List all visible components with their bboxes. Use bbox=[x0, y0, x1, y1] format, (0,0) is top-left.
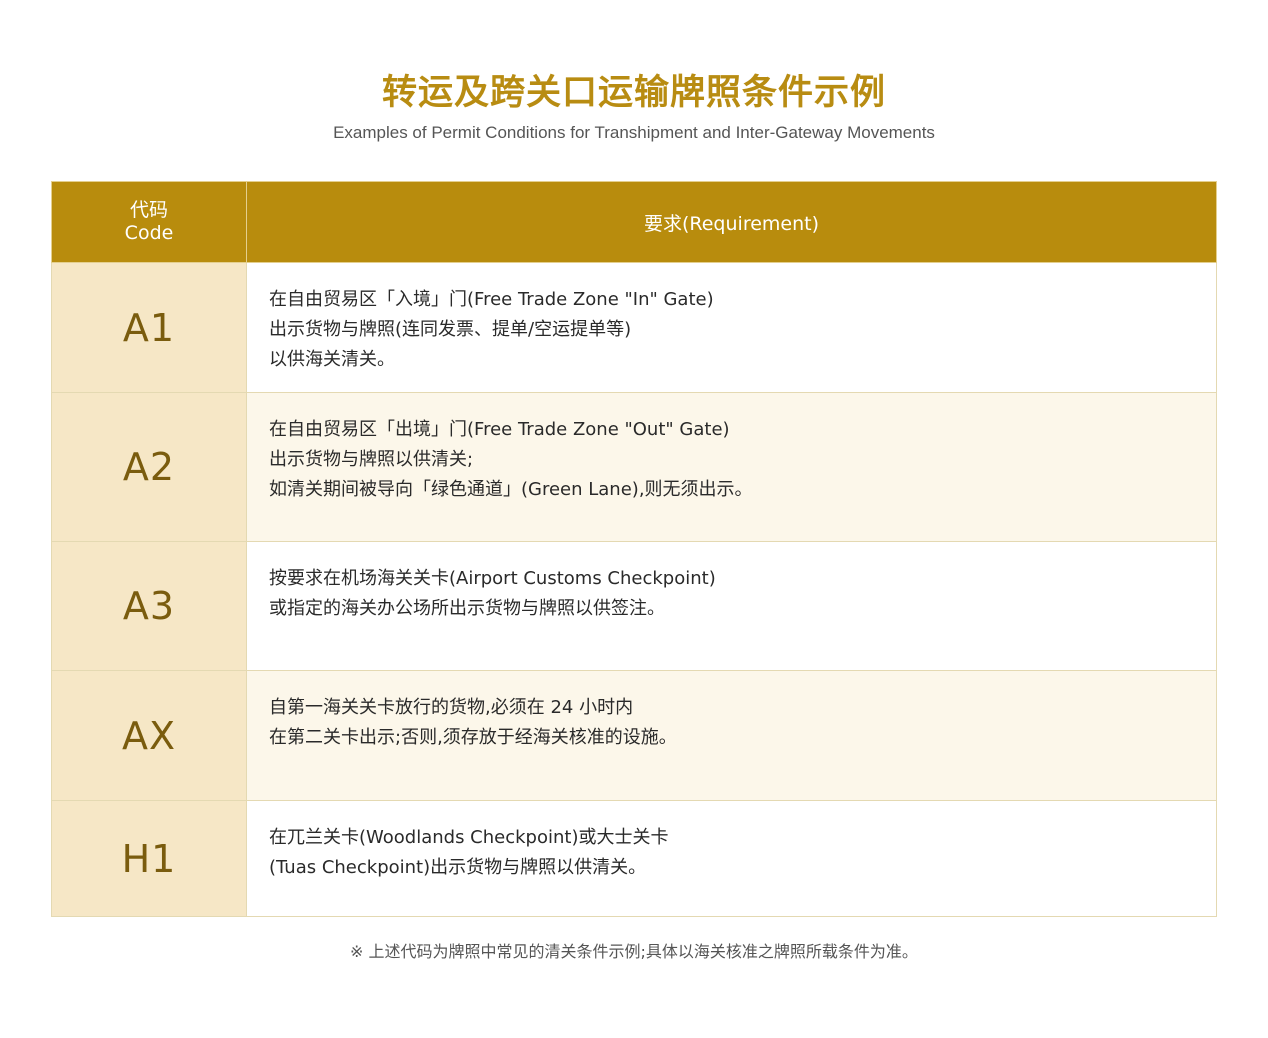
code-header-zh: 代码 bbox=[129, 199, 168, 221]
requirement-cell: 自第一海关关卡放行的货物,必须在 24 小时内 在第二关卡出示;否则,须存放于经… bbox=[246, 670, 1217, 801]
requirement-line: 按要求在机场海关关卡(Airport Customs Checkpoint) bbox=[269, 568, 716, 589]
requirement-line: 或指定的海关办公场所出示货物与牌照以供签注。 bbox=[269, 598, 665, 619]
requirement-cell: 在兀兰关卡(Woodlands Checkpoint)或大士关卡 (Tuas C… bbox=[246, 800, 1217, 917]
code-header-en: Code bbox=[124, 222, 174, 244]
table-row: A1 在自由贸易区「入境」门(Free Trade Zone "In" Gate… bbox=[51, 262, 1217, 393]
requirement-line: 在兀兰关卡(Woodlands Checkpoint)或大士关卡 bbox=[269, 827, 669, 848]
requirement-line: 如清关期间被导向「绿色通道」(Green Lane),则无须出示。 bbox=[269, 479, 753, 500]
table-header-row: 代码 Code 要求(Requirement) bbox=[51, 181, 1217, 263]
requirement-line: (Tuas Checkpoint)出示货物与牌照以供清关。 bbox=[269, 857, 647, 878]
requirement-cell: 在自由贸易区「入境」门(Free Trade Zone "In" Gate) 出… bbox=[246, 262, 1217, 393]
permit-code: A1 bbox=[51, 262, 247, 393]
table-row: A2 在自由贸易区「出境」门(Free Trade Zone "Out" Gat… bbox=[51, 392, 1217, 542]
permit-code: H1 bbox=[51, 800, 247, 917]
permit-code: A3 bbox=[51, 541, 247, 671]
footnote: ※ 上述代码为牌照中常见的清关条件示例;具体以海关核准之牌照所载条件为准。 bbox=[350, 942, 918, 961]
code-column-header: 代码 Code bbox=[51, 181, 247, 263]
page-subtitle: Examples of Permit Conditions for Transh… bbox=[333, 123, 935, 142]
requirement-line: 自第一海关关卡放行的货物,必须在 24 小时内 bbox=[269, 697, 634, 718]
permit-code: AX bbox=[51, 670, 247, 801]
requirement-cell: 在自由贸易区「出境」门(Free Trade Zone "Out" Gate) … bbox=[246, 392, 1217, 542]
page-title: 转运及跨关口运输牌照条件示例 bbox=[381, 73, 886, 113]
requirement-line: 在自由贸易区「入境」门(Free Trade Zone "In" Gate) bbox=[269, 289, 714, 310]
requirement-cell: 按要求在机场海关关卡(Airport Customs Checkpoint) 或… bbox=[246, 541, 1217, 671]
permit-conditions-table: 代码 Code 要求(Requirement) A1 在自由贸易区「入境」门(F… bbox=[51, 181, 1217, 917]
requirement-column-header: 要求(Requirement) bbox=[246, 181, 1217, 263]
requirement-line: 出示货物与牌照(连同发票、提单/空运提单等) bbox=[269, 319, 632, 340]
requirement-line: 出示货物与牌照以供清关; bbox=[269, 449, 474, 470]
table-row: A3 按要求在机场海关关卡(Airport Customs Checkpoint… bbox=[51, 541, 1217, 671]
permit-code: A2 bbox=[51, 392, 247, 542]
table-row: H1 在兀兰关卡(Woodlands Checkpoint)或大士关卡 (Tua… bbox=[51, 800, 1217, 917]
table-row: AX 自第一海关关卡放行的货物,必须在 24 小时内 在第二关卡出示;否则,须存… bbox=[51, 670, 1217, 801]
requirement-line: 在自由贸易区「出境」门(Free Trade Zone "Out" Gate) bbox=[269, 419, 730, 440]
requirement-line: 以供海关清关。 bbox=[269, 349, 395, 370]
requirement-line: 在第二关卡出示;否则,须存放于经海关核准的设施。 bbox=[269, 727, 677, 748]
